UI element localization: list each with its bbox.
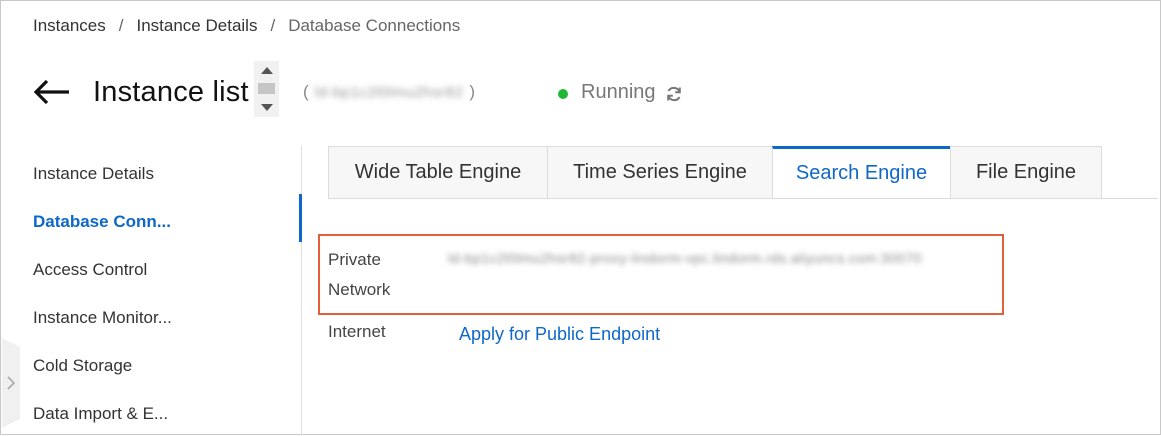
engine-tabs: Wide Table Engine Time Series Engine Sea… [328, 146, 1102, 199]
instance-id-close: ) [469, 82, 476, 101]
sidebar-item-instance-monitoring[interactable]: Instance Monitor... [33, 308, 172, 328]
tab-wide-table-engine[interactable]: Wide Table Engine [328, 146, 547, 199]
app-window: Instances / Instance Details / Database … [0, 0, 1161, 436]
tab-search-engine[interactable]: Search Engine [772, 146, 950, 199]
sidebar-item-data-import-export[interactable]: Data Import & E... [33, 404, 168, 424]
status-dot [558, 89, 568, 99]
private-network-label-line1: Private [328, 250, 381, 269]
private-endpoint-value: ld-bp1c2l0lmu2hsr82-proxy-lindorm-vpc.li… [448, 250, 922, 266]
instance-id: ( ld-bp1c2l0lmu2hsr82 ) [303, 82, 475, 102]
instance-id-open: ( [303, 82, 309, 101]
instance-id-value: ld-bp1c2l0lmu2hsr82 [314, 83, 464, 101]
breadcrumb: Instances / Instance Details / Database … [33, 15, 460, 37]
sidebar-collapse-handle[interactable] [2, 338, 20, 428]
breadcrumb-separator: / [118, 16, 124, 35]
sidebar-item-database-connections[interactable]: Database Conn... [33, 212, 171, 232]
breadcrumb-instance-details[interactable]: Instance Details [137, 16, 258, 36]
sidebar [2, 146, 302, 436]
arrow-left-icon[interactable] [32, 77, 72, 107]
private-network-highlight [318, 234, 1004, 315]
breadcrumb-instances[interactable]: Instances [33, 16, 106, 36]
status-text: Running [581, 81, 656, 103]
breadcrumb-separator: / [270, 16, 276, 35]
tab-file-engine[interactable]: File Engine [950, 146, 1102, 199]
sidebar-item-instance-details[interactable]: Instance Details [33, 164, 154, 184]
tabs-divider [328, 198, 1158, 199]
private-network-label-line2: Network [328, 280, 391, 299]
scroll-up-icon[interactable] [261, 67, 273, 74]
sidebar-item-access-control[interactable]: Access Control [33, 260, 147, 280]
page-title: Instance list [93, 76, 249, 108]
scroll-down-icon[interactable] [261, 104, 273, 111]
sidebar-active-indicator [299, 194, 302, 242]
internet-label: Internet [328, 322, 386, 341]
refresh-icon[interactable] [665, 85, 683, 103]
apply-public-endpoint-link[interactable]: Apply for Public Endpoint [459, 324, 660, 345]
chevron-right-icon [7, 376, 16, 390]
title-scrollbar[interactable] [254, 61, 279, 117]
sidebar-item-cold-storage[interactable]: Cold Storage [33, 356, 132, 376]
tab-time-series-engine[interactable]: Time Series Engine [547, 146, 772, 199]
scroll-thumb[interactable] [258, 83, 275, 94]
breadcrumb-current: Database Connections [288, 16, 461, 35]
